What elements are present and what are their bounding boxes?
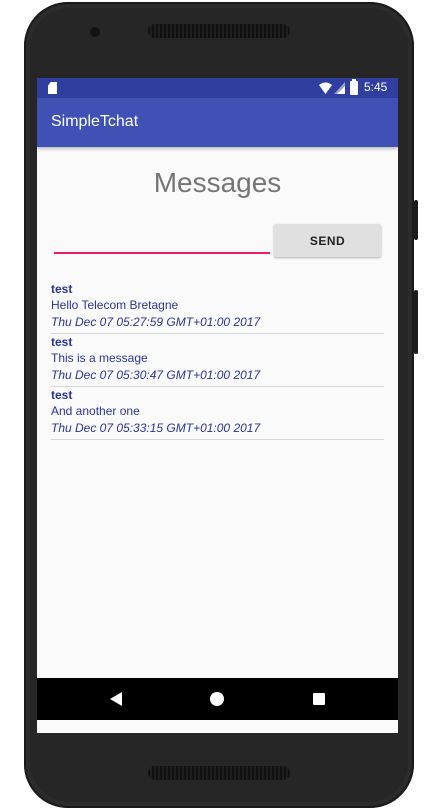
message-text: And another one: [51, 404, 140, 418]
message-list: test Hello Telecom Bretagne Thu Dec 07 0…: [51, 282, 384, 441]
back-icon[interactable]: [110, 692, 122, 706]
power-button: [414, 200, 418, 240]
list-item[interactable]: test Hello Telecom Bretagne Thu Dec 07 0…: [51, 282, 384, 334]
camera-icon: [90, 27, 100, 37]
message-input[interactable]: [54, 226, 270, 254]
message-text: Hello Telecom Bretagne: [51, 298, 179, 312]
message-date: Thu Dec 07 05:33:15 GMT+01:00 2017: [51, 421, 261, 435]
page-title: Messages: [153, 167, 282, 198]
app-title: SimpleTchat: [51, 113, 139, 130]
message-date: Thu Dec 07 05:27:59 GMT+01:00 2017: [51, 315, 261, 329]
message-author: test: [51, 388, 73, 402]
list-item[interactable]: test And another one Thu Dec 07 05:33:15…: [51, 388, 384, 440]
status-bar: 5:45: [37, 78, 398, 98]
message-date: Thu Dec 07 05:30:47 GMT+01:00 2017: [51, 368, 261, 382]
navigation-bar: [37, 678, 398, 720]
wifi-icon: [319, 82, 332, 94]
message-author: test: [51, 335, 73, 349]
top-speaker: [148, 24, 290, 38]
recents-icon[interactable]: [313, 693, 325, 705]
volume-button: [414, 290, 418, 354]
send-button[interactable]: SEND: [274, 224, 381, 257]
home-icon[interactable]: [210, 692, 224, 706]
cell-signal-icon: [334, 82, 345, 94]
screen: 5:45 SimpleTchat Messages SEND test Hell…: [37, 78, 398, 733]
list-item[interactable]: test This is a message Thu Dec 07 05:30:…: [51, 335, 384, 387]
bottom-speaker: [148, 766, 290, 780]
sd-card-icon: [48, 82, 57, 94]
message-text: This is a message: [51, 351, 148, 365]
status-time: 5:45: [364, 80, 388, 94]
app-bar: SimpleTchat: [37, 98, 398, 147]
message-author: test: [51, 282, 73, 296]
battery-icon: [350, 79, 358, 95]
